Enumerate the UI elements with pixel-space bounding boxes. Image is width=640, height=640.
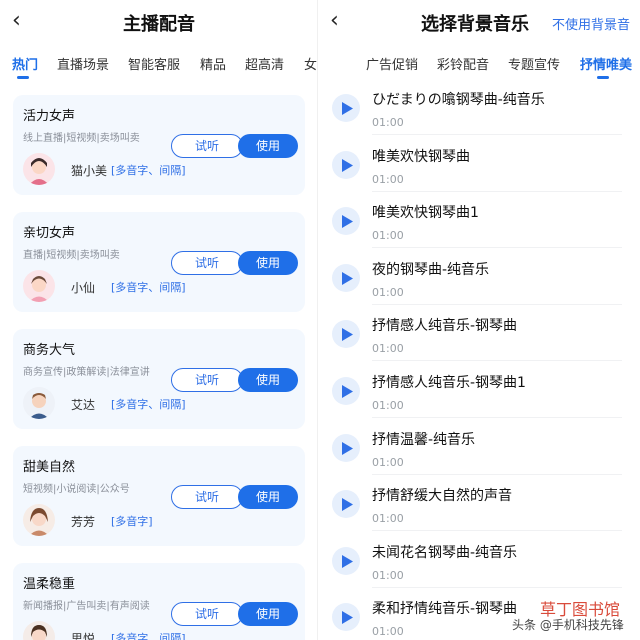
use-button[interactable]: 使用 <box>238 485 298 509</box>
avatar <box>23 270 55 302</box>
music-item[interactable]: 唯美欢快钢琴曲1 01:00 <box>318 191 640 249</box>
avatar <box>23 387 55 419</box>
tab-live-scene[interactable]: 直播场景 <box>57 54 109 73</box>
voice-name: 温柔稳重 <box>23 577 76 592</box>
watermark-sub: 头条 @手机科技先锋 <box>512 618 624 632</box>
music-item[interactable]: 抒情感人纯音乐-钢琴曲 01:00 <box>318 304 640 362</box>
music-item[interactable]: 抒情舒缓大自然的声音 01:00 <box>318 474 640 532</box>
track-title: 抒情感人纯音乐-钢琴曲1 <box>372 375 526 391</box>
play-icon[interactable] <box>332 263 360 292</box>
voice-card[interactable]: 甜美自然 短视频|小说阅读|公众号 芳芳 [多音字] 试听 使用 <box>13 446 305 546</box>
music-panel: ‹ 选择背景音乐 不使用背景音 广告促销 彩铃配音 专题宣传 抒情唯美 ひだまり… <box>318 0 640 640</box>
avatar <box>23 621 55 640</box>
track-title: 唯美欢快钢琴曲1 <box>372 205 479 222</box>
tab-ultra-hd[interactable]: 超高清 <box>245 54 284 73</box>
voice-card[interactable]: 温柔稳重 新闻播报|广告叫卖|有声阅读 思悦 [多音字、间隔] 试听 使用 <box>13 563 305 640</box>
track-duration: 01:00 <box>372 568 404 582</box>
voice-tags: 商务宣传|政策解读|法律宣讲 <box>23 367 150 378</box>
tab-smart-service[interactable]: 智能客服 <box>128 54 180 73</box>
voice-feature: [多音字、间隔] <box>111 164 186 177</box>
play-icon[interactable] <box>332 546 360 575</box>
play-icon[interactable] <box>332 320 360 349</box>
use-button[interactable]: 使用 <box>238 368 298 392</box>
try-button[interactable]: 试听 <box>171 602 243 626</box>
voice-person: 思悦 <box>71 632 96 640</box>
track-duration: 01:00 <box>372 172 404 186</box>
voice-tags: 新闻播报|广告叫卖|有声阅读 <box>23 601 150 612</box>
track-title: 抒情感人纯音乐-钢琴曲 <box>372 318 518 335</box>
track-title: 柔和抒情纯音乐-钢琴曲 <box>372 601 518 618</box>
page-title: 主播配音 <box>123 14 195 35</box>
track-title: 未闻花名钢琴曲-纯音乐 <box>372 544 518 561</box>
music-item[interactable]: 夜的钢琴曲-纯音乐 01:00 <box>318 248 640 305</box>
avatar <box>23 153 55 185</box>
voice-panel: ‹ 主播配音 热门 直播场景 智能客服 精品 超高清 女祝福 活力女声 线上直播… <box>0 0 318 640</box>
voice-card[interactable]: 活力女声 线上直播|短视频|卖场叫卖 猫小美 [多音字、间隔] 试听 使用 <box>13 95 305 195</box>
tab-special[interactable]: 专题宣传 <box>508 54 560 73</box>
play-icon[interactable] <box>332 377 360 405</box>
voice-feature: [多音字、间隔] <box>111 632 186 640</box>
voice-person: 芳芳 <box>71 515 96 529</box>
track-title: 唯美欢快钢琴曲 <box>372 148 470 165</box>
use-button[interactable]: 使用 <box>238 602 298 626</box>
track-duration: 01:00 <box>372 625 404 639</box>
voice-name: 甜美自然 <box>23 460 76 475</box>
track-duration: 01:00 <box>372 512 404 526</box>
track-title: 抒情温馨-纯音乐 <box>372 431 476 448</box>
voice-card[interactable]: 亲切女声 直播|短视频|卖场叫卖 小仙 [多音字、间隔] 试听 使用 <box>13 212 305 312</box>
voice-name: 商务大气 <box>23 343 76 358</box>
tab-blessing[interactable]: 女祝福 <box>304 54 318 73</box>
voice-tags: 短视频|小说阅读|公众号 <box>23 484 130 495</box>
tab-premium[interactable]: 精品 <box>200 54 226 73</box>
tab-lyrical[interactable]: 抒情唯美 <box>580 54 632 73</box>
track-duration: 01:00 <box>372 229 404 243</box>
music-item[interactable]: 未闻花名钢琴曲-纯音乐 01:00 <box>318 531 640 588</box>
track-duration: 01:00 <box>372 342 404 356</box>
voice-name: 亲切女声 <box>23 226 76 241</box>
music-item[interactable]: 唯美欢快钢琴曲 01:00 <box>318 135 640 192</box>
voice-feature: [多音字、间隔] <box>111 281 186 294</box>
voice-name: 活力女声 <box>23 109 76 124</box>
play-icon[interactable] <box>332 150 360 179</box>
track-duration: 01:00 <box>372 455 404 469</box>
try-button[interactable]: 试听 <box>171 134 243 158</box>
voice-header: ‹ 主播配音 <box>0 0 318 44</box>
play-icon[interactable] <box>332 490 360 519</box>
play-icon[interactable] <box>332 207 360 236</box>
try-button[interactable]: 试听 <box>171 251 243 275</box>
voice-feature: [多音字] <box>111 515 153 528</box>
tab-ad-promo[interactable]: 广告促销 <box>366 54 418 73</box>
play-icon[interactable] <box>332 433 360 462</box>
use-button[interactable]: 使用 <box>238 251 298 275</box>
voice-person: 小仙 <box>71 281 96 295</box>
music-item[interactable]: 抒情感人纯音乐-钢琴曲1 01:00 <box>318 361 640 418</box>
voice-card[interactable]: 商务大气 商务宣传|政策解读|法律宣讲 艾达 [多音字、间隔] 试听 使用 <box>13 329 305 429</box>
music-header: ‹ 选择背景音乐 不使用背景音 <box>318 0 640 44</box>
track-title: 夜的钢琴曲-纯音乐 <box>372 261 490 278</box>
voice-tags: 直播|短视频|卖场叫卖 <box>23 250 120 261</box>
track-duration: 01:00 <box>372 285 404 299</box>
music-item[interactable]: 抒情温馨-纯音乐 01:00 <box>318 418 640 475</box>
try-button[interactable]: 试听 <box>171 368 243 392</box>
active-tab-indicator <box>17 76 29 79</box>
tab-hot[interactable]: 热门 <box>12 54 38 73</box>
track-title: ひだまりの噏钢琴曲-纯音乐 <box>372 92 545 108</box>
music-item[interactable]: ひだまりの噏钢琴曲-纯音乐 01:00 <box>318 78 640 135</box>
voice-person: 艾达 <box>71 398 96 412</box>
use-button[interactable]: 使用 <box>238 134 298 158</box>
tab-ringtone[interactable]: 彩铃配音 <box>437 54 489 73</box>
try-button[interactable]: 试听 <box>171 485 243 509</box>
play-icon[interactable] <box>332 603 360 632</box>
track-duration: 01:00 <box>372 399 404 412</box>
voice-person: 猫小美 <box>71 164 108 178</box>
no-bgm-button[interactable]: 不使用背景音 <box>552 14 630 33</box>
track-title: 抒情舒缓大自然的声音 <box>372 488 512 505</box>
voice-feature: [多音字、间隔] <box>111 398 186 411</box>
play-icon[interactable] <box>332 94 360 122</box>
voice-tags: 线上直播|短视频|卖场叫卖 <box>23 133 140 144</box>
track-duration: 01:00 <box>372 116 404 129</box>
avatar <box>23 504 55 536</box>
